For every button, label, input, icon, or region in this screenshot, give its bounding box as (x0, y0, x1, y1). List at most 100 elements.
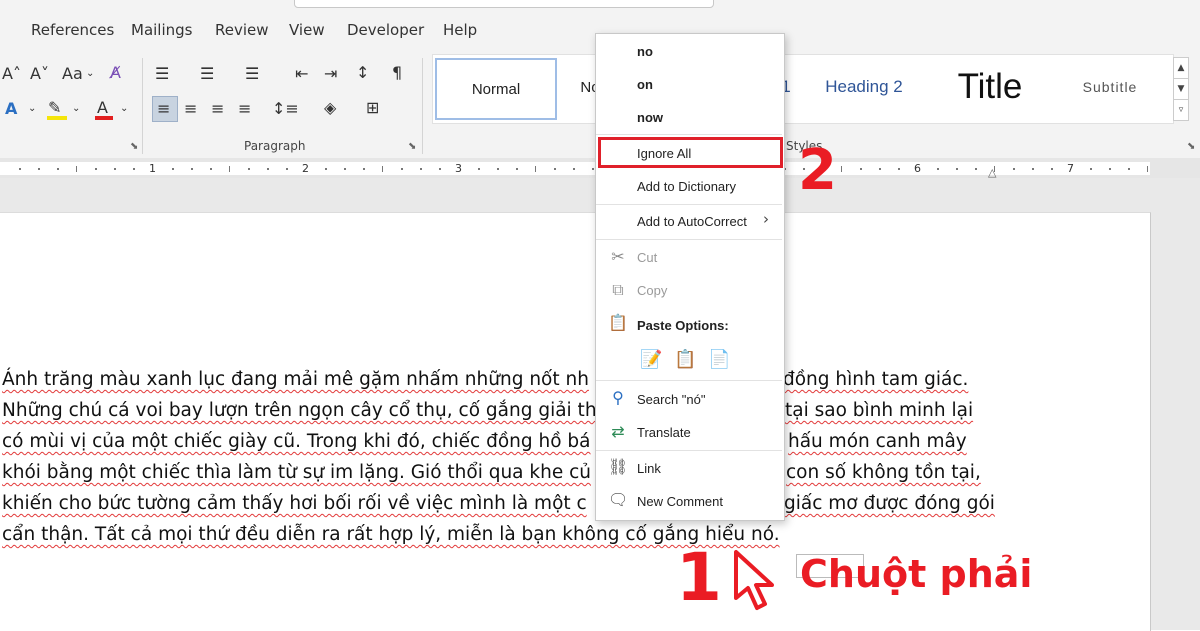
ruler-number: 2 (302, 162, 309, 175)
chevron-down-icon: ⌄ (120, 103, 129, 114)
gallery-down-button[interactable]: ▼ (1173, 78, 1189, 100)
chevron-down-icon: ⌄ (86, 68, 95, 79)
style-normal[interactable]: Normal (435, 58, 557, 120)
ruler-tick (554, 168, 556, 170)
suggestion-item[interactable]: no (637, 44, 653, 59)
ruler-number: 6 (914, 162, 921, 175)
ruler-tick (592, 168, 594, 170)
ruler-half-tick (76, 166, 77, 172)
style-heading-2[interactable]: Heading 2 (814, 55, 914, 119)
align-right-icon[interactable]: ≡ (211, 99, 224, 119)
ruler-half-tick (841, 166, 842, 172)
menu-divider (596, 134, 782, 135)
highlight-color-bar (47, 116, 67, 120)
chevron-right-icon: › (763, 210, 769, 228)
ruler-tick (1051, 168, 1053, 170)
menu-divider (596, 450, 782, 451)
sort-icon[interactable]: ↕ (356, 63, 369, 83)
gallery-more-button[interactable]: ▿ (1173, 99, 1189, 121)
decrease-indent-icon[interactable]: ⇤ (295, 64, 308, 84)
suggestion-item[interactable]: now (637, 110, 663, 125)
document-line-tail[interactable]: tại sao bình minh lại (785, 400, 973, 421)
chevron-down-icon: ⌄ (28, 103, 37, 114)
numbering-icon[interactable]: ☰ (200, 64, 214, 84)
style-title[interactable]: Title (940, 55, 1040, 119)
font-dialog-launcher-icon[interactable]: ⬊ (130, 141, 138, 152)
translate-icon: ⇄ (611, 422, 625, 441)
align-center-icon[interactable]: ≡ (184, 99, 197, 119)
paste-text-only-icon[interactable]: 📄 (708, 349, 730, 370)
ruler-tick (1090, 168, 1092, 170)
paste-keep-formatting-icon[interactable]: 📝 (640, 349, 662, 370)
ruler-half-tick (535, 166, 536, 172)
show-marks-icon[interactable]: ¶ (392, 63, 402, 83)
ruler-tick (975, 168, 977, 170)
document-line[interactable]: cẩn thận. Tất cả mọi thứ đều diễn ra rất… (2, 524, 780, 545)
search-item[interactable]: Search "nó" (637, 392, 706, 407)
line-spacing-icon[interactable]: ↕≡ (272, 99, 299, 119)
multilevel-list-icon[interactable]: ☰ (245, 64, 259, 84)
ruler-tick (19, 168, 21, 170)
add-to-dictionary-item[interactable]: Add to Dictionary (637, 179, 736, 194)
document-line[interactable]: có mùi vị của một chiếc giày cũ. Trong k… (2, 431, 591, 452)
ruler-tick (344, 168, 346, 170)
ruler-tick (420, 168, 422, 170)
menu-divider (596, 380, 782, 381)
document-line-tail[interactable]: hấu món canh mây (788, 431, 967, 452)
align-left-icon: ≡ (157, 99, 171, 118)
add-to-autocorrect-item[interactable]: Add to AutoCorrect (637, 214, 747, 229)
ruler-tick (363, 168, 365, 170)
bullets-icon[interactable]: ☰ (155, 64, 169, 84)
document-line[interactable]: khói bằng một chiếc thìa làm từ sự im lặ… (2, 462, 591, 483)
tab-review[interactable]: Review (215, 21, 269, 39)
ruler-tick (95, 168, 97, 170)
comment-icon: 🗨 (608, 490, 629, 509)
clear-formatting-icon[interactable]: A̸ (110, 63, 121, 83)
document-line[interactable]: Ánh trăng màu xanh lục đang mải mê gặm n… (2, 369, 589, 390)
divider (142, 58, 143, 154)
style-subtitle[interactable]: Subtitle (1070, 55, 1150, 119)
tab-mailings[interactable]: Mailings (131, 21, 192, 39)
grow-font-button[interactable]: A˄ (2, 64, 21, 84)
document-line-tail[interactable]: giấc mơ được đóng gói (784, 493, 995, 514)
search-icon: ⚲ (612, 388, 624, 407)
paragraph-dialog-launcher-icon[interactable]: ⬊ (408, 141, 416, 152)
ruler-tick (325, 168, 327, 170)
link-item[interactable]: Link (637, 461, 661, 476)
tab-developer[interactable]: Developer (347, 21, 424, 39)
suggestion-item[interactable]: on (637, 77, 653, 92)
highlight-icon[interactable]: ✎ (48, 98, 61, 118)
shrink-font-button[interactable]: A˅ (30, 64, 49, 84)
tab-help[interactable]: Help (443, 21, 477, 39)
increase-indent-icon[interactable]: ⇥ (324, 64, 337, 84)
styles-dialog-launcher-icon[interactable]: ⬊ (1187, 141, 1195, 152)
shading-icon[interactable]: ◈ (324, 98, 336, 118)
font-color-icon[interactable]: A (97, 98, 108, 118)
ruler-half-tick (1147, 166, 1148, 172)
borders-icon[interactable]: ⊞ (366, 98, 379, 118)
ruler-tick (1109, 168, 1111, 170)
document-line-tail[interactable]: con số không tồn tại, (786, 462, 981, 483)
change-case-button[interactable]: Aa (62, 64, 83, 84)
cut-item[interactable]: Cut (637, 250, 657, 265)
justify-icon[interactable]: ≡ (238, 99, 251, 119)
search-input[interactable] (294, 0, 714, 8)
paragraph-group-label: Paragraph (244, 139, 306, 153)
document-line-tail[interactable]: đồng hình tam giác. (783, 369, 968, 390)
translate-item[interactable]: Translate (637, 425, 691, 440)
gallery-up-button[interactable]: ▲ (1173, 57, 1189, 79)
new-comment-item[interactable]: New Comment (637, 494, 723, 509)
ruler-tick (573, 168, 575, 170)
divider (422, 58, 423, 154)
ruler-number: 1 (149, 162, 156, 175)
copy-item[interactable]: Copy (637, 283, 667, 298)
tab-references[interactable]: References (31, 21, 114, 39)
text-effects-icon[interactable]: A (5, 99, 17, 119)
document-line[interactable]: Những chú cá voi bay lượn trên ngọn cây … (2, 400, 597, 421)
ruler-tick (401, 168, 403, 170)
paste-merge-formatting-icon[interactable]: 📋 (674, 349, 696, 370)
step-1-number: 1 (676, 539, 722, 616)
document-line[interactable]: khiến cho bức tường cảm thấy hơi bối rối… (2, 493, 587, 514)
tab-view[interactable]: View (289, 21, 325, 39)
ruler-tick (172, 168, 174, 170)
